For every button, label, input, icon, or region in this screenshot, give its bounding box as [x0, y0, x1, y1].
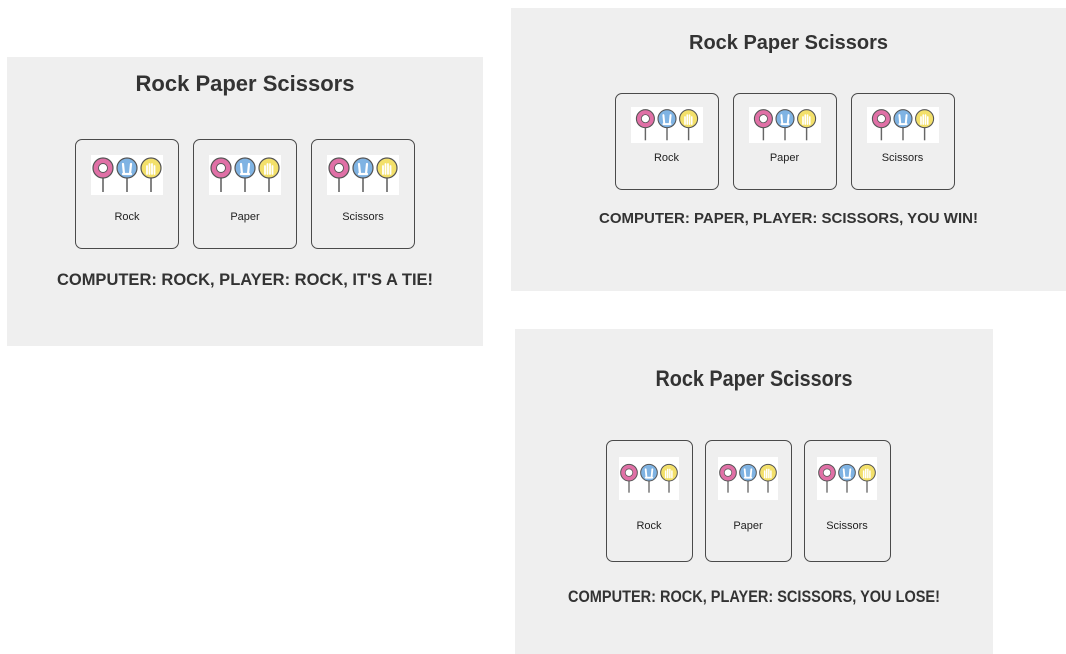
scissors-button[interactable]: Scissors: [803, 440, 891, 562]
paper-label: Paper: [769, 152, 800, 164]
rock-paper-scissors-icon: [328, 157, 398, 192]
rock-paper-scissors-icon: [620, 463, 678, 493]
rock-button[interactable]: Rock: [75, 139, 179, 249]
rock-label: Rock: [653, 152, 680, 164]
rock-paper-scissors-icon: [635, 109, 698, 141]
scissors-label: Scissors: [826, 520, 868, 532]
game-panel-tie: Rock Paper Scissors Rock Paper Scissors …: [7, 57, 483, 346]
rock-icon: [630, 107, 703, 143]
game-panel-win: Rock Paper Scissors Rock Paper Scissors …: [511, 8, 1066, 291]
page-title: Rock Paper Scissors: [655, 366, 853, 391]
rock-button[interactable]: Rock: [614, 93, 719, 190]
rock-paper-scissors-icon: [753, 109, 816, 141]
scissors-button[interactable]: Scissors: [850, 93, 955, 190]
rock-label: Rock: [636, 520, 662, 532]
rock-paper-scissors-icon: [871, 109, 934, 141]
scissors-icon: [817, 457, 877, 500]
paper-icon: [748, 107, 821, 143]
paper-button[interactable]: Paper: [193, 139, 297, 249]
paper-label: Paper: [230, 211, 260, 223]
rock-paper-scissors-icon: [92, 157, 162, 192]
result-text: COMPUTER: ROCK, PLAYER: SCISSORS, YOU LO…: [568, 588, 940, 606]
paper-button[interactable]: Paper: [732, 93, 837, 190]
scissors-icon: [866, 107, 939, 143]
page-title: Rock Paper Scissors: [135, 71, 355, 96]
choice-buttons: Rock Paper Scissors: [7, 139, 483, 249]
choice-buttons: Rock Paper Scissors: [515, 440, 993, 562]
rock-icon: [619, 457, 679, 500]
rock-icon: [91, 155, 163, 195]
paper-button[interactable]: Paper: [704, 440, 792, 562]
scissors-button[interactable]: Scissors: [311, 139, 415, 249]
scissors-label: Scissors: [342, 211, 384, 223]
scissors-label: Scissors: [881, 152, 924, 164]
game-panel-lose: Rock Paper Scissors Rock Paper Scissors …: [515, 329, 993, 654]
paper-icon: [209, 155, 281, 195]
result-text: COMPUTER: PAPER, PLAYER: SCISSORS, YOU W…: [599, 210, 978, 227]
rock-button[interactable]: Rock: [605, 440, 693, 562]
rock-paper-scissors-icon: [818, 463, 876, 493]
result-text: COMPUTER: ROCK, PLAYER: ROCK, IT'S A TIE…: [56, 271, 434, 289]
rock-label: Rock: [114, 211, 140, 223]
paper-icon: [718, 457, 778, 500]
paper-label: Paper: [733, 520, 763, 532]
choice-buttons: Rock Paper Scissors: [511, 93, 1066, 190]
rock-paper-scissors-icon: [210, 157, 280, 192]
scissors-icon: [327, 155, 399, 195]
rock-paper-scissors-icon: [719, 463, 777, 493]
page-title: Rock Paper Scissors: [689, 32, 888, 54]
